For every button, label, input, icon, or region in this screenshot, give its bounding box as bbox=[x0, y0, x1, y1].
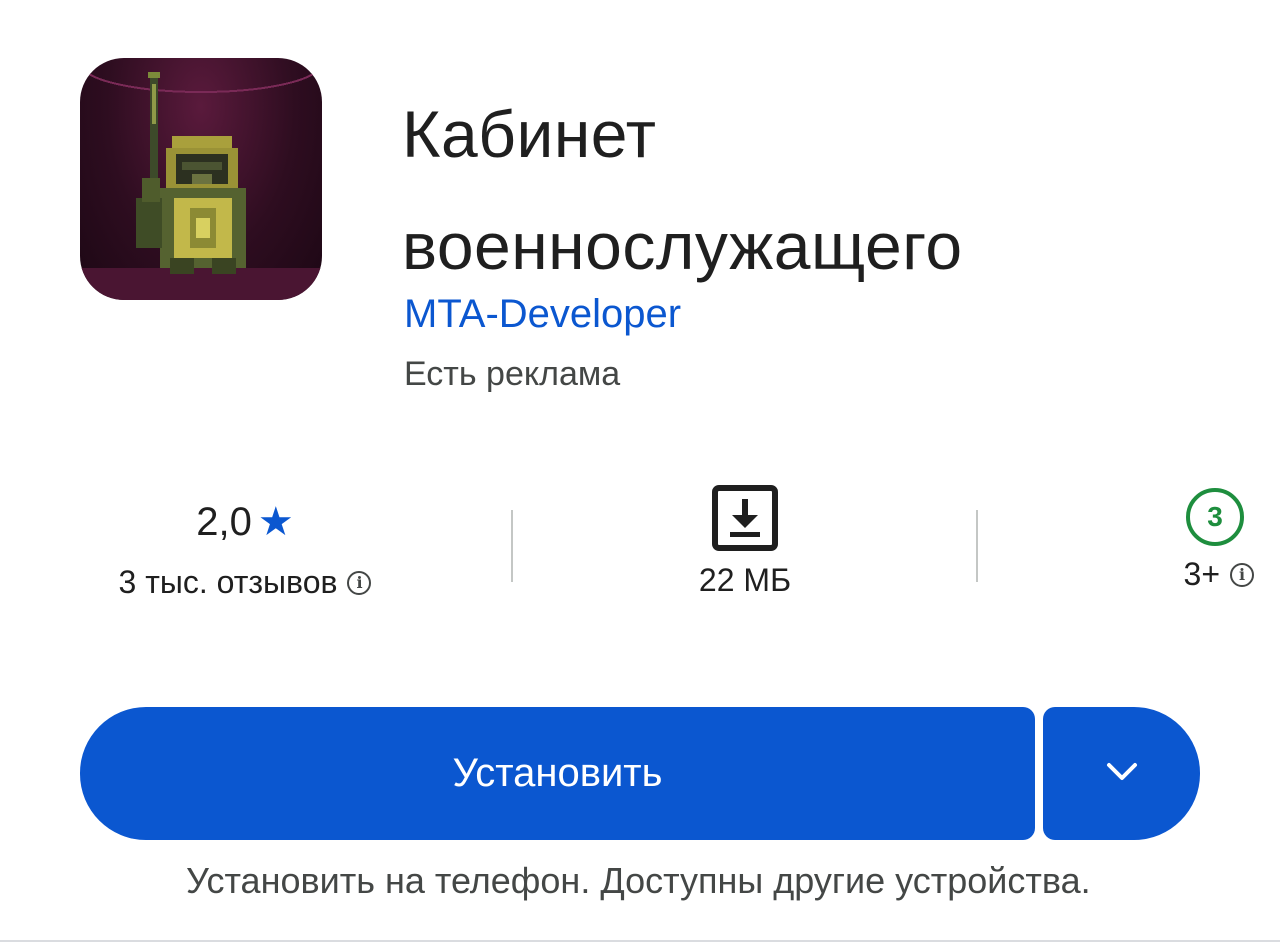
reviews-count: 3 тыс. отзывов bbox=[118, 564, 338, 600]
app-title-line-1: Кабинет bbox=[402, 97, 657, 171]
install-button[interactable]: Установить bbox=[80, 707, 1035, 840]
app-title-line-2: военнослужащего bbox=[402, 209, 963, 283]
app-size: 22 МБ bbox=[698, 562, 792, 598]
download-icon bbox=[712, 485, 778, 551]
age-rating-label: 3+ bbox=[1183, 556, 1220, 592]
install-options-button[interactable] bbox=[1043, 707, 1200, 840]
ads-notice: Есть реклама bbox=[404, 355, 621, 393]
app-title: Кабинет военнослужащего bbox=[402, 78, 1262, 302]
rating-stat[interactable]: 2,0 ★ 3 тыс. отзывов i bbox=[60, 492, 430, 601]
age-rating-badge: 3 bbox=[1186, 488, 1244, 546]
divider bbox=[511, 510, 513, 582]
divider bbox=[976, 510, 978, 582]
divider bbox=[0, 940, 1280, 942]
star-icon: ★ bbox=[257, 500, 294, 544]
install-hint: Установить на телефон. Доступны другие у… bbox=[186, 860, 1091, 901]
size-stat: 22 МБ bbox=[600, 482, 890, 599]
rating-value: 2,0 bbox=[196, 499, 252, 544]
chevron-down-icon bbox=[1105, 761, 1139, 786]
age-rating-stat[interactable]: 3 3+ i bbox=[1110, 484, 1260, 593]
info-icon[interactable]: i bbox=[347, 570, 372, 595]
info-icon[interactable]: i bbox=[1230, 562, 1254, 587]
developer-link[interactable]: MTA-Developer bbox=[404, 289, 681, 339]
app-icon bbox=[80, 58, 322, 300]
